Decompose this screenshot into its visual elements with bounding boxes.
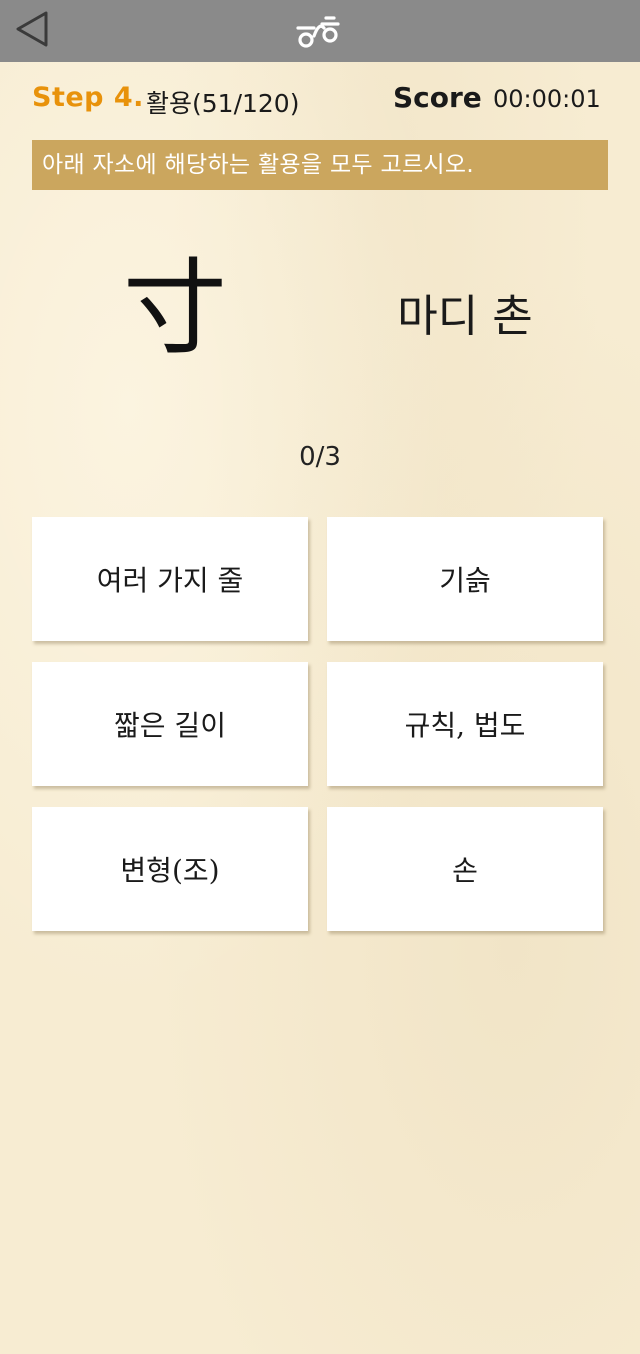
answer-option[interactable]: 짧은 길이 [32,662,308,786]
answer-option[interactable]: 여러 가지 줄 [32,517,308,641]
answer-option[interactable]: 손 [327,807,603,931]
back-arrow-icon [16,11,48,47]
answer-option[interactable]: 규칙, 법도 [327,662,603,786]
score-timer: 00:00:01 [493,85,601,113]
hanja-meaning: 마디 촌 [397,291,533,342]
app-logo-icon [296,16,340,48]
score-label: Score [393,81,482,114]
app-logo [292,14,348,50]
step-title: 활용(51/120) [146,89,300,118]
answer-option[interactable]: 기슭 [327,517,603,641]
back-button[interactable] [12,9,52,49]
answer-option[interactable]: 변형(조) [32,807,308,931]
step-label: Step 4. [32,82,144,113]
top-bar [0,0,640,62]
hanja-character: 寸 [122,247,227,369]
instruction-banner: 아래 자소에 해당하는 활용을 모두 고르시오. [32,140,608,190]
answer-progress: 0/3 [299,442,341,472]
